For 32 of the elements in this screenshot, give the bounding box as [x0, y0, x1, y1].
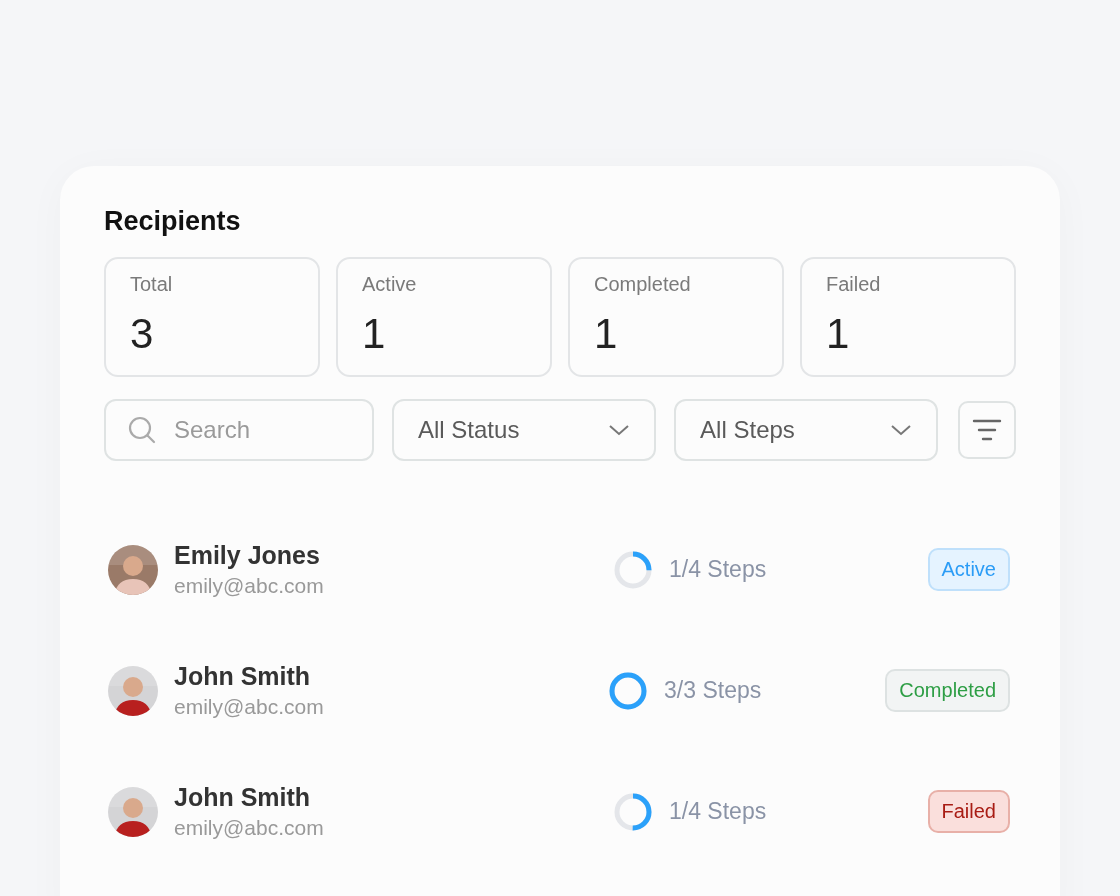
recipient-email: emily@abc.com [174, 574, 324, 598]
recipient-email: emily@abc.com [174, 816, 324, 840]
status-badge: Failed [927, 790, 1010, 833]
chevron-down-icon [608, 423, 631, 437]
stat-label: Active [362, 273, 418, 296]
status-badge: Completed [885, 669, 1010, 712]
stat-label: Total [130, 273, 174, 296]
filter-icon [972, 418, 1003, 442]
progress-ring [608, 670, 649, 711]
stat-label: Completed [594, 273, 692, 296]
steps-count: 3/3 Steps [664, 677, 762, 704]
filter-button[interactable] [958, 401, 1016, 459]
steps-count: 1/4 Steps [669, 556, 767, 583]
stat-value: 1 [826, 310, 851, 358]
recipient-name: John Smith [174, 783, 312, 812]
dropdown[interactable]: All Status [392, 399, 657, 461]
recipient-name: Emily Jones [174, 541, 321, 570]
stat-label: Failed [826, 273, 882, 296]
search-field[interactable]: Search [104, 399, 374, 461]
stat-value: 3 [130, 310, 155, 358]
chevron-down-icon [890, 423, 913, 437]
status-badge: Active [927, 548, 1010, 591]
section-title: Recipients [104, 206, 242, 237]
progress-ring [613, 549, 653, 590]
search-icon [128, 416, 156, 444]
dropdown[interactable]: All Steps [674, 399, 939, 461]
recipient-email: emily@abc.com [174, 695, 324, 719]
stat-value: 1 [594, 310, 619, 358]
steps-count: 1/4 Steps [669, 798, 767, 825]
progress-ring [613, 791, 653, 832]
recipient-name: John Smith [174, 662, 312, 691]
stat-value: 1 [362, 310, 387, 358]
